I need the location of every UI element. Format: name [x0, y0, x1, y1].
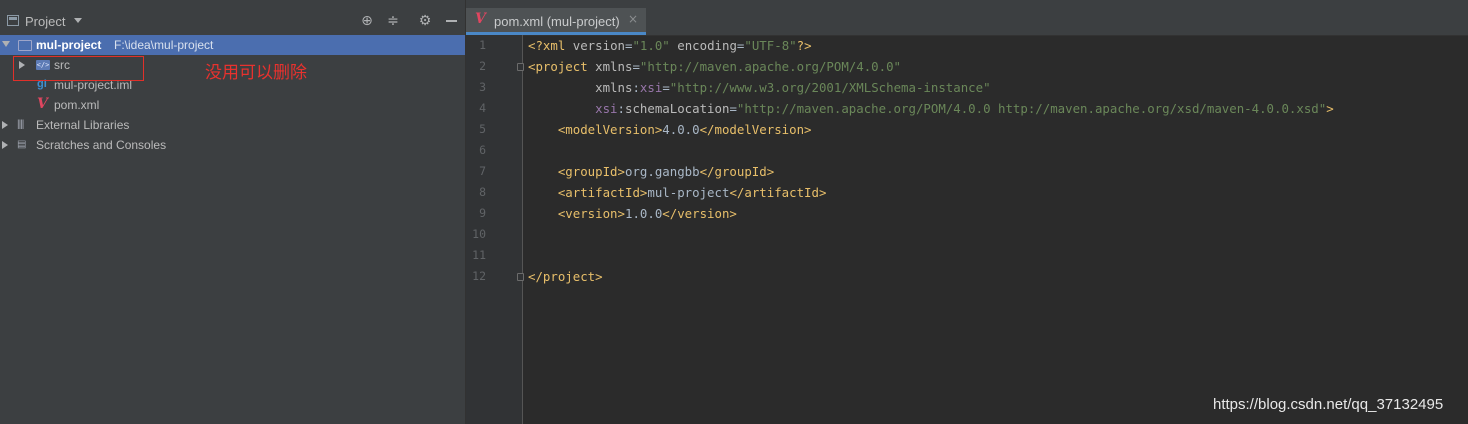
code-token: <?xml [528, 38, 573, 53]
code-token: org.gangbb [624, 164, 700, 179]
tab-pom-xml[interactable]: V pom.xml (mul-project) × [466, 8, 646, 35]
code-line[interactable]: <groupId>org.gangbb</groupId> [528, 161, 774, 182]
project-view-icon [7, 15, 19, 26]
code-token: = [662, 80, 670, 95]
code-token: "UTF-8" [744, 38, 797, 53]
code-token: 4.0.0 [662, 122, 700, 137]
code-token: mul-project [647, 185, 730, 200]
project-panel-title[interactable]: Project [25, 14, 65, 29]
collapse-all-icon[interactable]: ≑ [384, 12, 402, 30]
code-token: : [632, 80, 640, 95]
code-line[interactable]: </project> [528, 266, 603, 287]
expand-arrow-icon[interactable] [2, 141, 8, 149]
minimize-icon[interactable] [446, 20, 457, 22]
code-token: "1.0" [632, 38, 670, 53]
tree-item-mul-project[interactable]: mul-project F:\idea\mul-project [0, 35, 465, 55]
code-token: schemaLocation [625, 101, 730, 116]
line-number: 8 [479, 185, 486, 199]
line-number: 4 [479, 101, 486, 115]
gear-icon[interactable]: ⚙ [416, 12, 434, 30]
code-token: : [617, 101, 625, 116]
code-token: ?> [796, 38, 812, 53]
locate-file-icon[interactable]: ⊕ [358, 12, 376, 30]
annotation-text: 没用可以删除 [205, 63, 307, 83]
code-token: xmlns [595, 80, 633, 95]
line-number: 11 [472, 248, 486, 262]
fold-marker-icon[interactable] [517, 63, 524, 71]
folder-icon [18, 40, 32, 51]
tree-item-label: mul-project [36, 38, 102, 52]
code-line[interactable]: <artifactId>mul-project</artifactId> [528, 182, 827, 203]
code-token: </artifactId> [729, 185, 827, 200]
code-token: version [572, 38, 625, 53]
code-token: 1.0.0 [624, 206, 663, 221]
tree-item-scratches[interactable]: ▤ Scratches and Consoles [0, 135, 465, 155]
code-token: <modelVersion> [557, 122, 663, 137]
code-token: "http://maven.apache.org/POM/4.0.0" [639, 59, 902, 74]
code-token: encoding [677, 38, 737, 53]
editor-tab-bar: V pom.xml (mul-project) × [466, 8, 1468, 36]
code-token: = [729, 101, 737, 116]
code-token: <artifactId> [557, 185, 648, 200]
tab-title: pom.xml (mul-project) [494, 14, 620, 29]
code-token: = [632, 59, 640, 74]
code-token: </project> [528, 269, 603, 284]
tree-item-label: pom.xml [54, 98, 100, 112]
project-panel: Project ⊕ ≑ ⚙ mul-project F:\idea\mul-pr… [0, 0, 466, 424]
line-number: 7 [479, 164, 486, 178]
line-number: 3 [479, 80, 486, 94]
maven-icon: V [37, 96, 48, 112]
expand-arrow-icon[interactable] [2, 41, 10, 47]
highlight-box [13, 56, 144, 81]
libraries-icon: |||| [17, 119, 24, 130]
code-token: <version> [557, 206, 625, 221]
line-number: 2 [479, 59, 486, 73]
line-number: 9 [479, 206, 486, 220]
line-number: 6 [479, 143, 486, 157]
code-line[interactable]: xmlns:xsi="http://www.w3.org/2001/XMLSch… [528, 77, 991, 98]
tree-item-pom[interactable]: V pom.xml [0, 95, 465, 115]
fold-marker-icon[interactable] [517, 273, 524, 281]
code-line[interactable]: <version>1.0.0</version> [528, 203, 737, 224]
line-number: 5 [479, 122, 486, 136]
code-token: <groupId> [557, 164, 625, 179]
scratches-icon: ▤ [17, 139, 27, 150]
code-token: "http://maven.apache.org/POM/4.0.0 http:… [736, 101, 1327, 116]
maven-icon: V [475, 11, 486, 27]
chevron-down-icon[interactable] [74, 18, 82, 23]
code-token: </groupId> [699, 164, 775, 179]
code-line[interactable]: <modelVersion>4.0.0</modelVersion> [528, 119, 812, 140]
code-token: <project [528, 59, 596, 74]
line-number: 10 [472, 227, 486, 241]
code-token: > [1326, 101, 1334, 116]
tree-item-label: Scratches and Consoles [36, 138, 167, 152]
line-number: 1 [479, 38, 486, 52]
line-number: 12 [472, 269, 486, 283]
code-line[interactable]: xsi:schemaLocation="http://maven.apache.… [528, 98, 1334, 119]
code-token: xsi [639, 80, 663, 95]
code-token: </modelVersion> [699, 122, 812, 137]
code-token: </version> [662, 206, 737, 221]
code-token: xsi [595, 101, 618, 116]
close-icon[interactable]: × [628, 12, 638, 26]
tree-item-path: F:\idea\mul-project [114, 38, 214, 52]
code-token: "http://www.w3.org/2001/XMLSchema-instan… [669, 80, 991, 95]
watermark: https://blog.csdn.net/qq_37132495 [1213, 396, 1444, 413]
tree-item-external-libraries[interactable]: |||| External Libraries [0, 115, 465, 135]
project-panel-header: Project ⊕ ≑ ⚙ [0, 8, 465, 35]
code-token: xmlns [595, 59, 633, 74]
code-line[interactable]: <project xmlns="http://maven.apache.org/… [528, 56, 901, 77]
expand-arrow-icon[interactable] [2, 121, 8, 129]
tree-item-label: External Libraries [36, 118, 130, 132]
code-line[interactable]: <?xml version="1.0" encoding="UTF-8"?> [528, 35, 812, 56]
project-tree: mul-project F:\idea\mul-project </> src … [0, 35, 465, 155]
